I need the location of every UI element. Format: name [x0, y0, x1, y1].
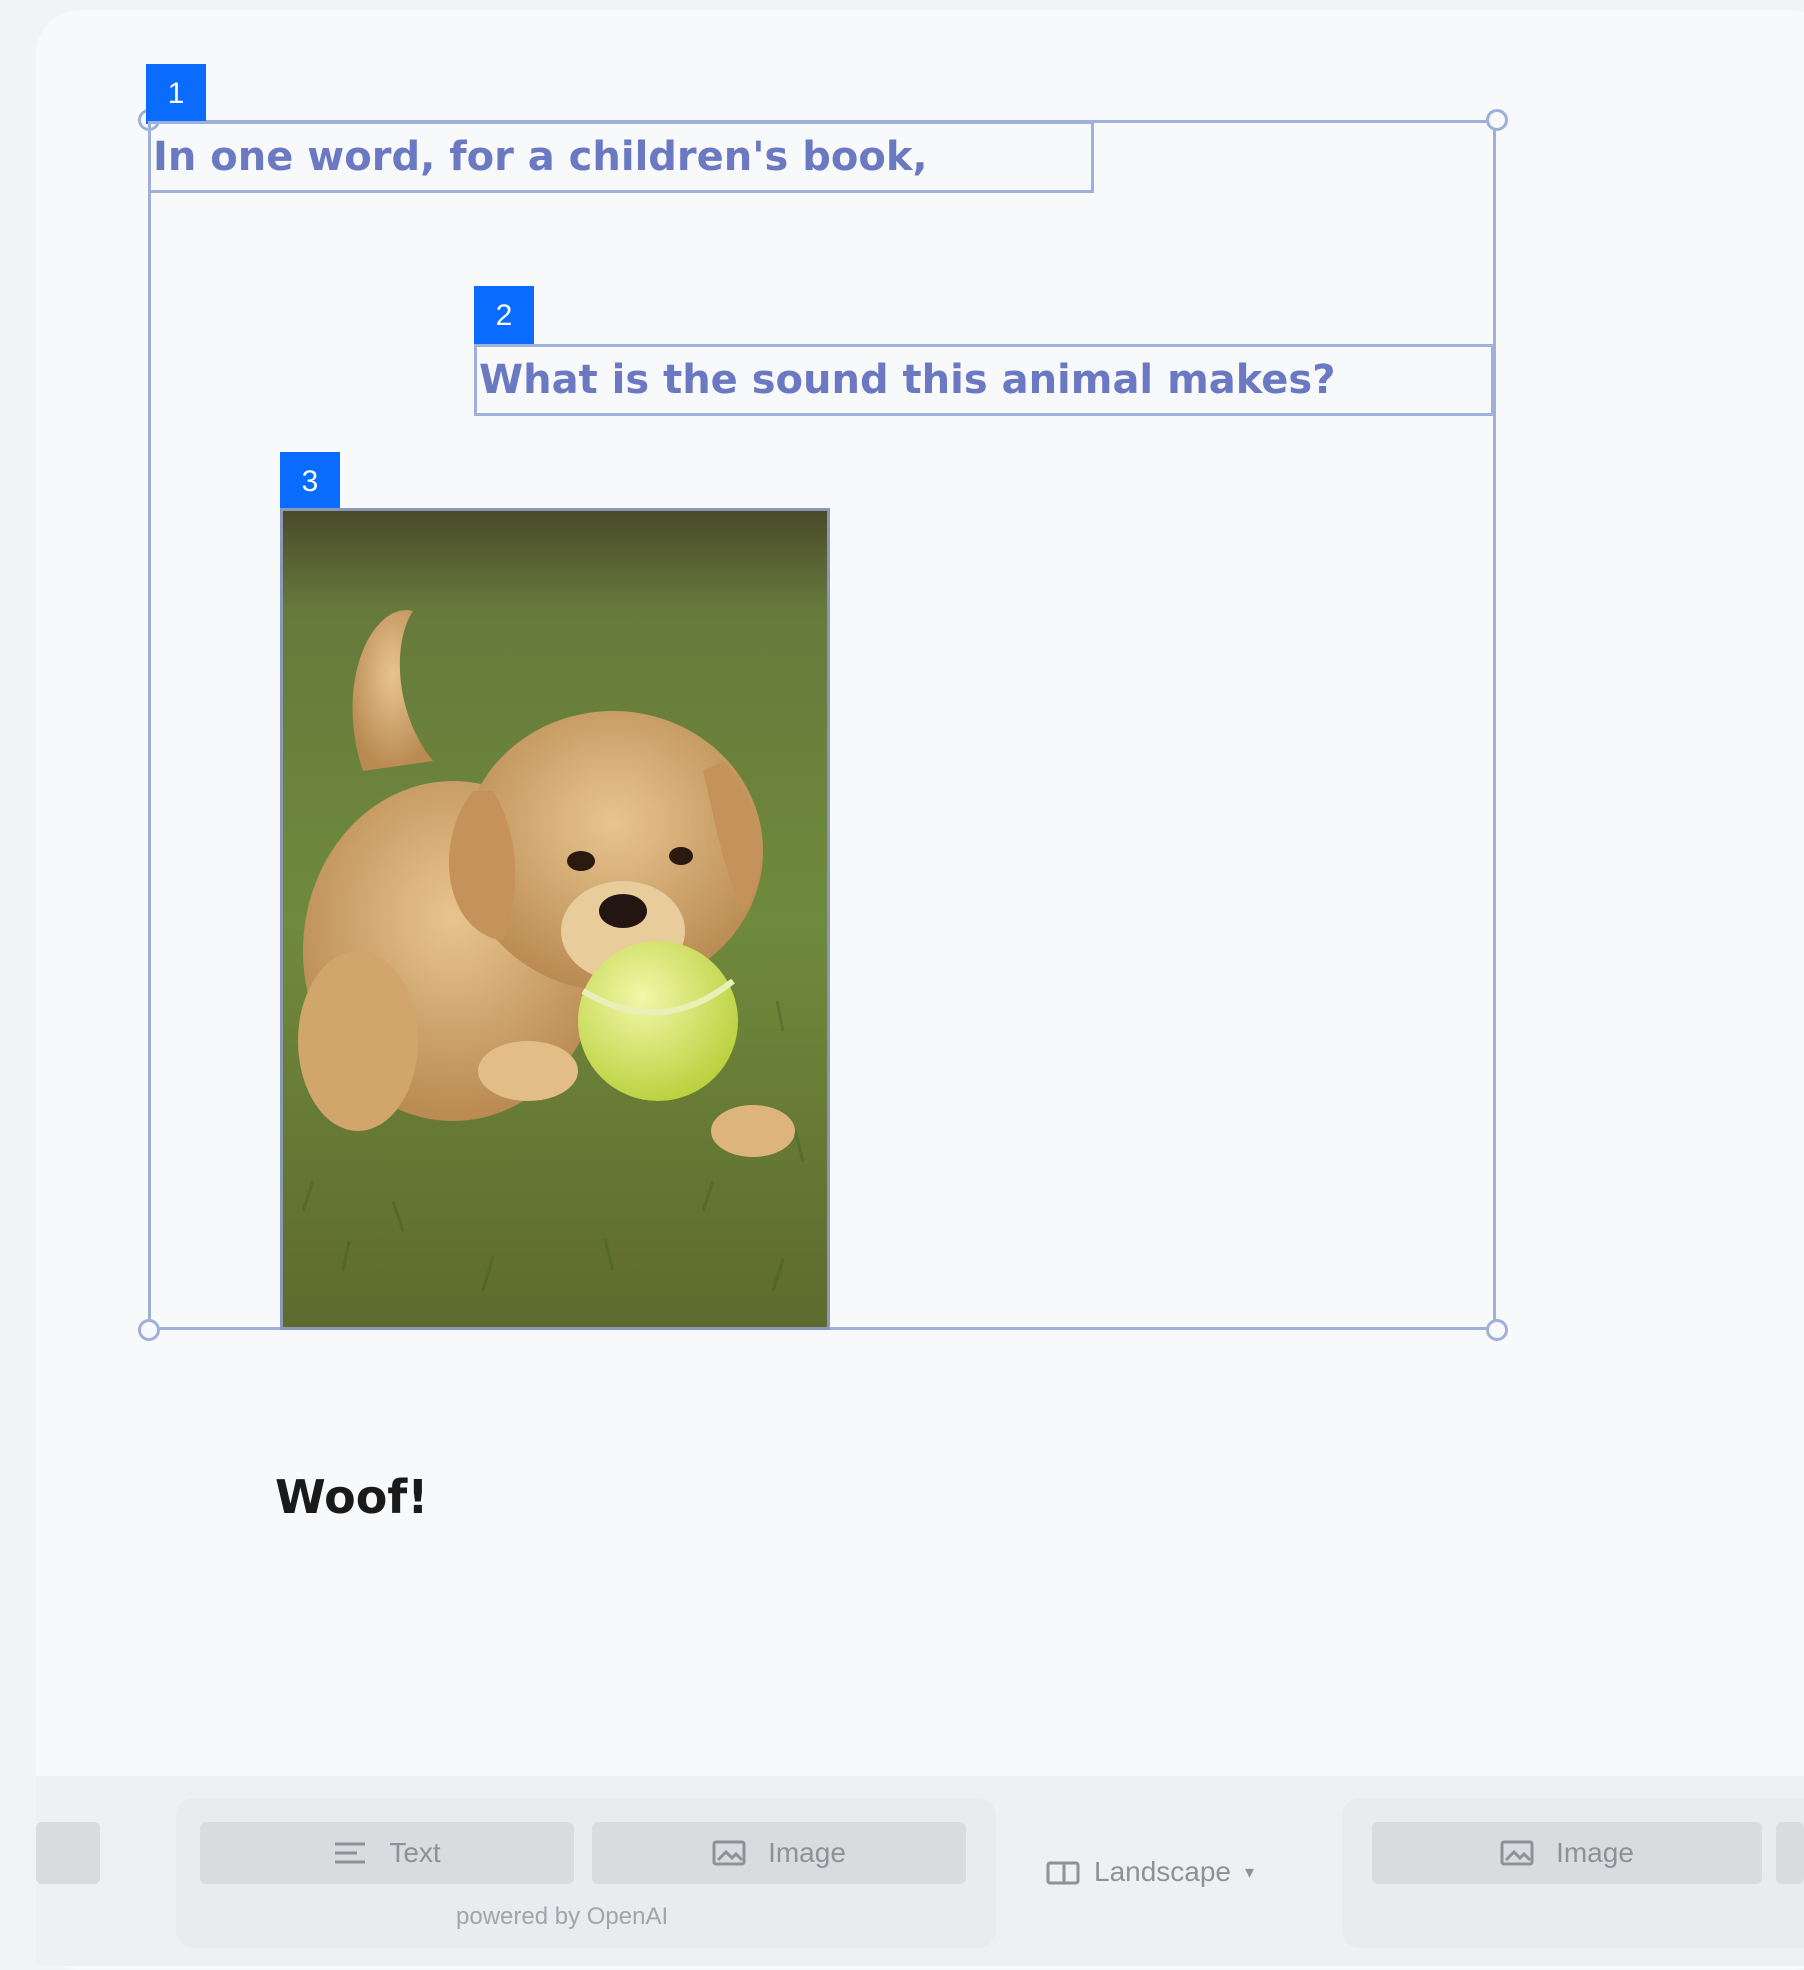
landscape-icon [1046, 1861, 1080, 1885]
chevron-down-icon: ▾ [1245, 1861, 1255, 1882]
powered-by-text: powered by OpenAI [456, 1903, 669, 1930]
element-tag-1: 1 [146, 64, 206, 124]
element-tag-2: 2 [474, 286, 534, 346]
resize-handle-top-right[interactable] [1486, 109, 1508, 131]
prompt-text-box-2[interactable]: What is the sound this animal makes? [474, 344, 1494, 416]
prompt-text-1: In one word, for a children's book, [153, 134, 928, 180]
text-icon [335, 1842, 366, 1864]
add-image-label: Image [768, 1837, 846, 1868]
image-icon [1500, 1840, 1534, 1866]
puppy-image[interactable] [280, 508, 830, 1330]
prompt-text-2: What is the sound this animal makes? [479, 357, 1336, 403]
add-text-button[interactable]: Text [200, 1822, 574, 1884]
add-text-label: Text [389, 1837, 441, 1868]
resize-handle-bottom-right[interactable] [1486, 1319, 1508, 1341]
toolbar-right-partial-button[interactable] [1776, 1822, 1804, 1884]
image-icon [712, 1840, 746, 1866]
add-image-button-2[interactable]: Image [1372, 1822, 1762, 1884]
resize-handle-bottom-left[interactable] [138, 1319, 160, 1341]
add-image-button[interactable]: Image [592, 1822, 966, 1884]
prompt-text-box-1[interactable]: In one word, for a children's book, [148, 121, 1094, 193]
element-tag-3: 3 [280, 452, 340, 512]
puppy-illustration [283, 511, 827, 1327]
orientation-label: Landscape [1094, 1856, 1232, 1887]
add-image-label-2: Image [1556, 1837, 1634, 1868]
orientation-dropdown[interactable]: Landscape ▾ [1046, 1856, 1254, 1888]
toolbar-left-partial-button[interactable] [36, 1822, 100, 1884]
answer-text: Woof! [275, 1470, 429, 1524]
